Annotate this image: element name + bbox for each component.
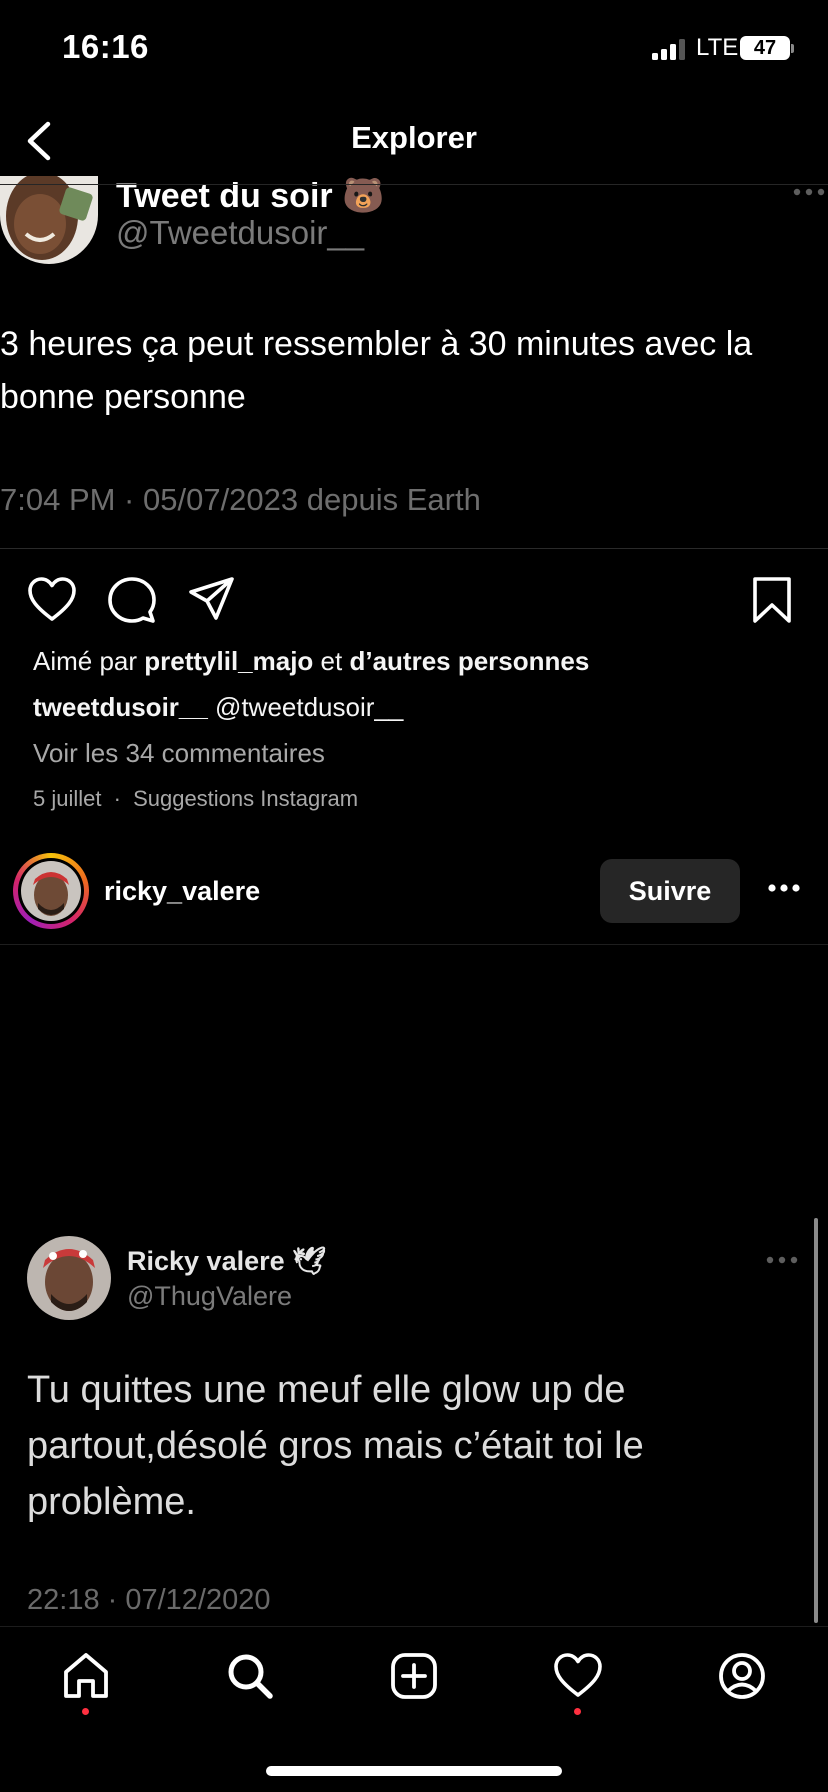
home-indicator[interactable] — [266, 1766, 562, 1776]
follow-button[interactable]: Suivre — [600, 859, 740, 923]
caption-username[interactable]: tweetdusoir__ — [33, 692, 208, 722]
likes-prefix: Aimé par — [33, 646, 145, 676]
bookmark-icon[interactable] — [746, 574, 798, 626]
dove-emoji-icon: 🕊 — [284, 1246, 327, 1276]
view-comments-link[interactable]: Voir les 34 commentaires — [33, 738, 325, 769]
tweet-author-avatar — [0, 176, 98, 264]
caption-text: @tweetdusoir__ — [207, 692, 404, 722]
more-options-icon[interactable] — [768, 884, 800, 892]
home-notification-dot — [82, 1708, 89, 1715]
post-username[interactable]: ricky_valere — [104, 876, 260, 907]
scrollbar[interactable] — [814, 1218, 818, 1623]
search-icon[interactable] — [224, 1650, 276, 1702]
like-icon[interactable] — [26, 574, 78, 626]
profile-icon[interactable] — [716, 1650, 768, 1702]
tweet-text: 3 heures ça peut ressembler à 30 minutes… — [0, 325, 753, 416]
avatar[interactable] — [21, 861, 81, 921]
likes-summary[interactable]: Aimé par prettylil_majo et d’autres pers… — [33, 646, 589, 677]
tweet-author-avatar — [27, 1236, 111, 1320]
battery-tip — [791, 44, 794, 53]
share-icon[interactable] — [186, 574, 238, 626]
battery-icon: 47 — [740, 36, 790, 60]
bear-emoji-icon: 🐻 — [342, 177, 385, 215]
comment-icon[interactable] — [106, 574, 158, 626]
tweet-author-name: Tweet du soir 🐻 — [116, 177, 385, 215]
suggestion-label[interactable]: Suggestions Instagram — [133, 786, 358, 811]
tweet-timestamp: 22:18 · 07/12/2020 — [27, 1584, 271, 1616]
page-title: Explorer — [351, 120, 477, 155]
home-icon[interactable] — [60, 1650, 112, 1702]
post-header-divider — [0, 944, 828, 945]
cellular-signal-icon — [652, 38, 688, 60]
post-caption: tweetdusoir__ @tweetdusoir__ — [33, 692, 403, 723]
tweet-author-name: Ricky valere 🕊 — [127, 1246, 327, 1276]
tweet-text: Tu quittes une meuf elle glow up de part… — [27, 1369, 644, 1523]
separator: · — [113, 786, 121, 811]
tweet-timestamp: 7:04 PM · 05/07/2023 depuis Earth — [0, 482, 481, 517]
post-image-divider — [0, 548, 828, 549]
tabbar-divider — [0, 1626, 828, 1627]
network-type: LTE — [696, 34, 739, 61]
header-divider — [0, 184, 828, 185]
post-date: 5 juillet — [33, 786, 102, 811]
tweet-author-handle: @ThugValere — [127, 1281, 292, 1311]
status-time: 16:16 — [62, 28, 149, 65]
liked-by-user[interactable]: prettylil_majo — [144, 646, 313, 676]
tweet-author-handle: @Tweetdusoir__ — [116, 214, 365, 251]
create-icon[interactable] — [388, 1650, 440, 1702]
liked-by-others[interactable]: d’autres personnes — [349, 646, 589, 676]
activity-icon[interactable] — [552, 1650, 604, 1702]
post-date-line: 5 juillet · Suggestions Instagram — [33, 786, 358, 812]
activity-notification-dot — [574, 1708, 581, 1715]
tweet-more-icon — [793, 188, 825, 196]
tweet-more-icon — [766, 1256, 798, 1264]
likes-mid: et — [313, 646, 350, 676]
